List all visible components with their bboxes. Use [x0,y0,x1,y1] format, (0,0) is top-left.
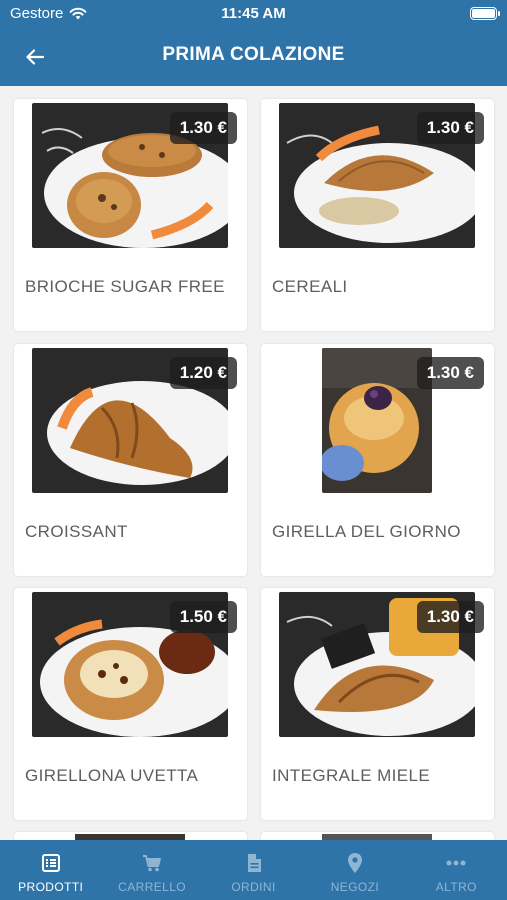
status-bar: Gestore 11:45 AM [0,0,507,28]
app-header: Gestore 11:45 AM PRIMA COLAZIONE [0,0,507,86]
tab-negozi[interactable]: NEGOZI [304,840,405,900]
product-card-cereali[interactable]: 1.30 € CEREALI [261,99,494,331]
product-card-girella-del-giorno[interactable]: 1.30 € GIRELLA DEL GIORNO [261,344,494,576]
tab-ordini[interactable]: ORDINI [203,840,304,900]
clock: 11:45 AM [221,5,286,22]
cart-icon [142,852,162,874]
product-photo [322,348,432,493]
tab-altro[interactable]: ALTRO [406,840,507,900]
more-icon [446,852,466,874]
product-card-integrale-miele[interactable]: 1.30 € INTEGRALE MIELE [261,588,494,820]
tab-carrello[interactable]: CARRELLO [101,840,202,900]
document-icon [246,852,262,874]
page-title: PRIMA COLAZIONE [162,44,345,65]
tab-label: ORDINI [231,880,276,894]
product-card-girellona-uvetta[interactable]: 1.50 € GIRELLONA UVETTA [14,588,247,820]
product-name: GIRELLONA UVETTA [25,766,199,785]
location-pin-icon [347,852,362,874]
price-badge: 1.30 € [416,112,484,144]
price-badge: 1.30 € [416,357,484,389]
tab-label: PRODOTTI [18,880,84,894]
tab-bar: PRODOTTI CARRELLO ORDINI NEGOZI ALTRO [0,840,507,900]
tab-label: NEGOZI [330,880,380,894]
product-card-croissant[interactable]: 1.20 € CROISSANT [14,344,247,576]
product-name: GIRELLA DEL GIORNO [272,522,461,541]
battery-icon [470,7,500,20]
product-card-partial[interactable] [14,832,247,840]
price-badge: 1.20 € [169,357,237,389]
product-card-brioche-sugar-free[interactable]: 1.30 € BRIOCHE SUGAR FREE [14,99,247,331]
price-badge: 1.50 € [169,601,237,633]
tab-prodotti[interactable]: PRODOTTI [0,840,101,900]
product-name: BRIOCHE SUGAR FREE [25,277,225,296]
list-icon [41,852,60,874]
product-grid: 1.30 € BRIOCHE SUGAR FREE 1.30 € CEREALI [0,86,507,840]
product-name: CROISSANT [25,522,128,541]
product-name: INTEGRALE MIELE [272,766,431,785]
price-badge: 1.30 € [416,601,484,633]
product-card-partial[interactable] [261,832,494,840]
tab-label: ALTRO [435,880,477,894]
price-badge: 1.30 € [169,112,237,144]
tab-label: CARRELLO [118,880,187,894]
product-name: CEREALI [272,277,348,296]
